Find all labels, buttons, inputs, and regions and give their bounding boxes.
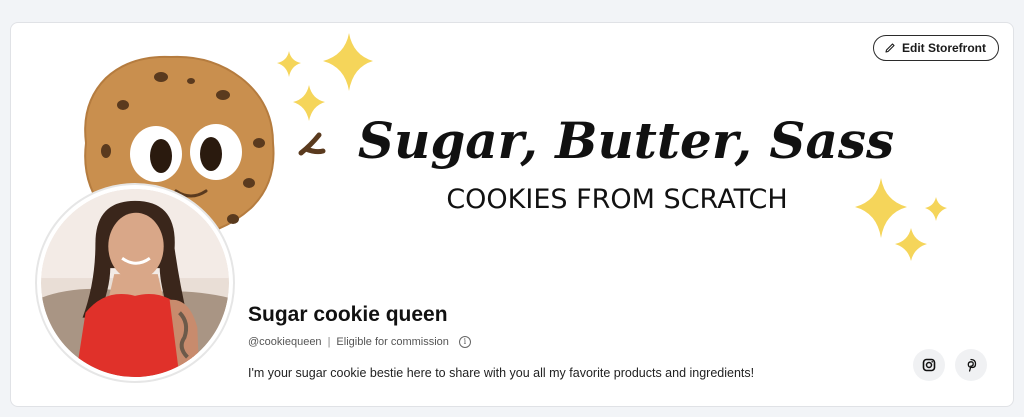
banner-title: Sugar, Butter, Sass [358, 111, 894, 170]
avatar-photo [41, 189, 229, 377]
banner-subtitle: COOKIES FROM SCRATCH [446, 184, 787, 215]
edit-storefront-label: Edit Storefront [902, 41, 986, 55]
eligibility-label: Eligible for commission [336, 336, 449, 348]
edit-storefront-button[interactable]: Edit Storefront [873, 35, 999, 61]
storefront-card: Sugar, Butter, Sass COOKIES FROM SCRATCH… [10, 22, 1014, 407]
pinterest-button[interactable] [955, 349, 987, 381]
profile-bio: I'm your sugar cookie bestie here to sha… [248, 366, 755, 380]
pencil-icon [885, 43, 895, 53]
profile-name: Sugar cookie queen [248, 303, 448, 326]
pinterest-icon [967, 358, 977, 372]
profile-meta: @cookiequeen | Eligible for commission i [248, 336, 471, 348]
meta-separator: | [327, 336, 331, 348]
info-icon[interactable]: i [458, 336, 471, 348]
avatar [35, 183, 235, 383]
instagram-button[interactable] [913, 349, 945, 381]
profile-handle: @cookiequeen [248, 336, 322, 348]
instagram-icon [922, 358, 936, 372]
